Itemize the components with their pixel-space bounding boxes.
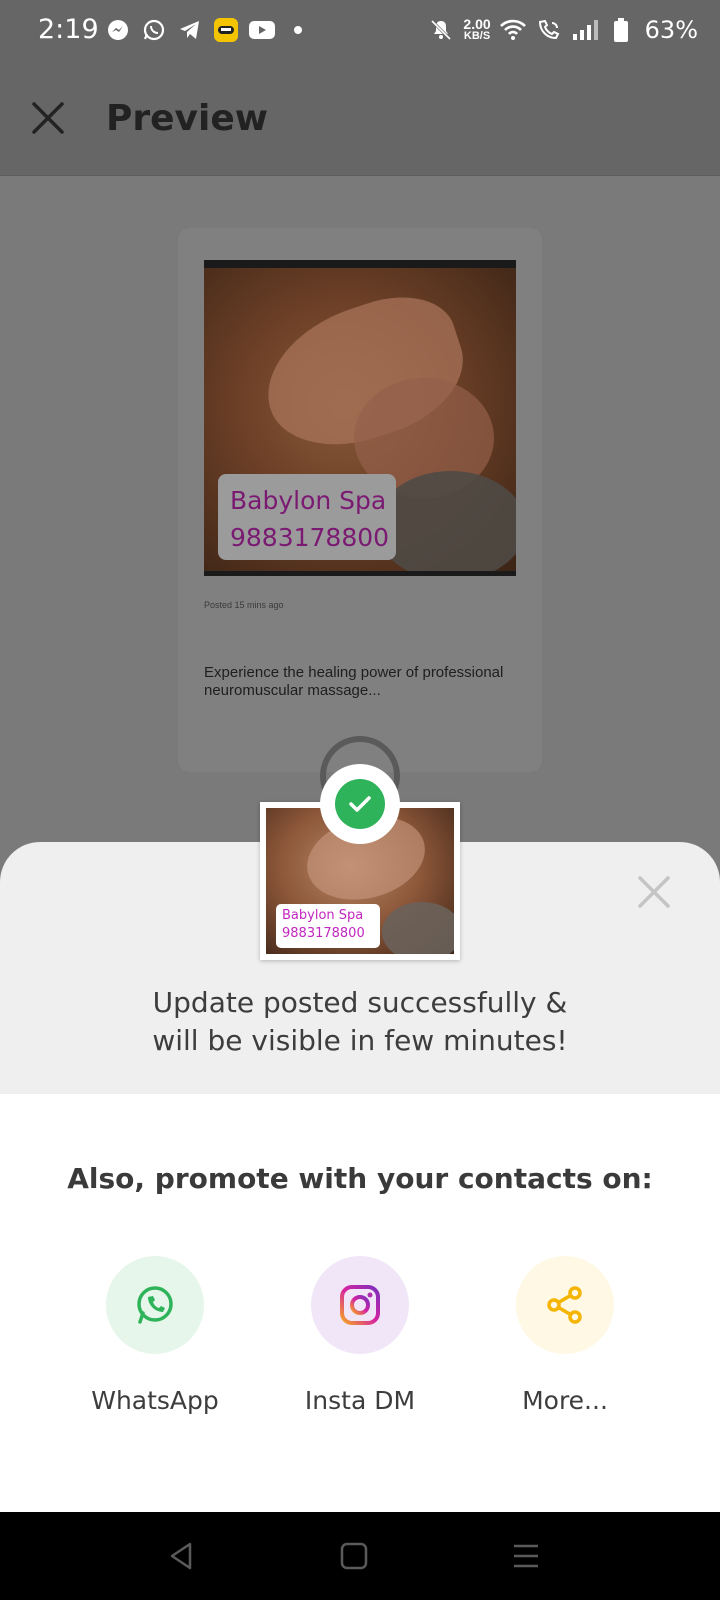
share-instagram-button[interactable]: Insta DM [260, 1256, 460, 1426]
battery-percent: 63% [644, 16, 698, 44]
share-more-button[interactable]: More... [465, 1256, 665, 1426]
post-description: Experience the healing power of professi… [204, 664, 504, 699]
instagram-icon [311, 1256, 409, 1354]
dot-icon [284, 16, 312, 44]
chat-app-icon [212, 16, 240, 44]
wifi-icon [499, 16, 527, 44]
home-icon[interactable] [334, 1536, 374, 1576]
messenger-icon [104, 16, 132, 44]
share-whatsapp-button[interactable]: WhatsApp [55, 1256, 255, 1426]
posted-time: Posted 15 mins ago [204, 600, 284, 610]
net-speed: 2.00 KB/S [463, 16, 491, 42]
close-sheet-button[interactable] [634, 872, 674, 912]
success-line-1: Update posted successfully & [152, 986, 568, 1019]
status-bar: 2:19 2.00 KB/S 63% [0, 0, 720, 64]
spa-label-overlay: Babylon Spa 9883178800 [218, 474, 396, 560]
notification-icons [104, 16, 312, 44]
system-icons: 2.00 KB/S 63% [427, 16, 698, 44]
wifi-call-icon [535, 16, 563, 44]
whatsapp-icon [140, 16, 168, 44]
success-line-2: will be visible in few minutes! [152, 1024, 568, 1057]
success-message: Update posted successfully & will be vis… [0, 984, 720, 1060]
battery-icon [607, 16, 635, 44]
promote-title: Also, promote with your contacts on: [67, 1162, 653, 1195]
thumbnail-label: Babylon Spa 9883178800 [276, 904, 380, 948]
mute-icon [427, 16, 455, 44]
back-icon[interactable] [162, 1536, 202, 1576]
share-more-label: More... [522, 1386, 608, 1415]
whatsapp-icon [106, 1256, 204, 1354]
telegram-icon [176, 16, 204, 44]
post-image: Babylon Spa 9883178800 [204, 260, 516, 576]
page-title: Preview [106, 98, 269, 139]
status-time: 2:19 [38, 14, 99, 45]
thumbnail-phone: 9883178800 [282, 926, 365, 941]
close-preview-button[interactable] [28, 98, 68, 138]
net-speed-value: 2.00 [463, 16, 491, 32]
app-bar: Preview [0, 64, 720, 176]
share-icon [516, 1256, 614, 1354]
youtube-icon [248, 16, 276, 44]
menu-icon[interactable] [506, 1536, 546, 1576]
post-preview-card: Babylon Spa 9883178800 Posted 15 mins ag… [178, 228, 542, 772]
success-check-icon [320, 764, 400, 844]
business-phone: 9883178800 [230, 523, 390, 552]
share-whatsapp-label: WhatsApp [91, 1386, 219, 1415]
business-name: Babylon Spa [230, 486, 387, 515]
navigation-bar [0, 1512, 720, 1600]
thumbnail-business-name: Babylon Spa [282, 908, 364, 923]
share-instagram-label: Insta DM [304, 1386, 416, 1415]
net-speed-unit: KB/S [463, 30, 491, 42]
signal-icon [571, 16, 599, 44]
